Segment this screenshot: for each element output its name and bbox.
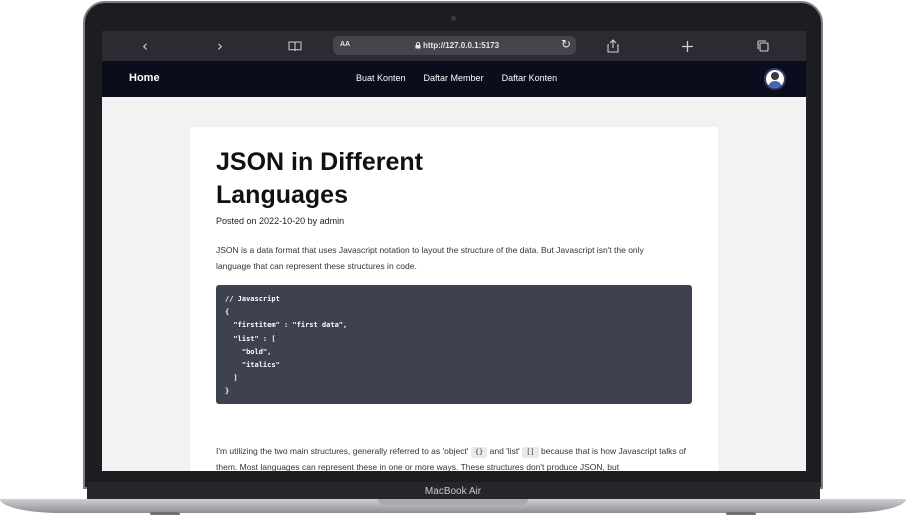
article-card: JSON in Different Languages Posted on 20…	[190, 127, 718, 471]
nav-link-buat-konten[interactable]: Buat Konten	[356, 73, 406, 83]
share-icon[interactable]	[602, 37, 624, 55]
laptop-notch	[378, 499, 528, 505]
app-navbar: Home Buat Konten Daftar Member Daftar Ko…	[102, 61, 806, 97]
url-text: http://127.0.0.1:5173	[423, 41, 500, 50]
inline-code-list: []	[522, 447, 539, 458]
avatar-head	[771, 72, 779, 80]
article-title: JSON in Different Languages	[216, 148, 423, 209]
body-paragraph: I'm utilizing the two main structures, g…	[216, 443, 692, 471]
posted-on-label: Posted on	[216, 216, 257, 226]
book-icon[interactable]	[284, 37, 306, 55]
nav-link-daftar-member[interactable]: Daftar Member	[424, 73, 484, 83]
text-size-button[interactable]: AA	[340, 41, 350, 48]
post-author: admin	[319, 216, 345, 226]
intro-paragraph: JSON is a data format that uses Javascri…	[216, 245, 644, 271]
nav-link-daftar-konten[interactable]: Daftar Konten	[502, 73, 558, 83]
address-bar[interactable]: AA http://127.0.0.1:5173 ↻	[333, 36, 576, 55]
by-label: by	[307, 216, 318, 226]
laptop-foot-left	[150, 512, 180, 515]
nav-links: Buat Konten Daftar Member Daftar Konten	[356, 73, 557, 83]
laptop-foot-right	[726, 512, 756, 515]
para2-text-b: and 'list'	[489, 446, 520, 456]
browser-toolbar: ‹ › AA http://127.0.0.1:5173 ↻	[102, 31, 806, 61]
home-link[interactable]: Home	[129, 72, 160, 84]
device-model-label: MacBook Air	[424, 486, 482, 497]
article-meta: Posted on 2022-10-20 by admin	[216, 216, 344, 226]
reload-icon[interactable]: ↻	[561, 37, 571, 51]
avatar[interactable]	[764, 68, 786, 90]
camera-icon	[451, 16, 456, 21]
screen: ‹ › AA http://127.0.0.1:5173 ↻ Home Buat…	[102, 31, 806, 471]
code-block: // Javascript { "firstitem" : "first dat…	[216, 285, 692, 404]
chevron-right-icon[interactable]: ›	[209, 37, 231, 55]
tabs-icon[interactable]	[752, 37, 774, 55]
avatar-body	[768, 81, 782, 88]
para2-text-a: I'm utilizing the two main structures, g…	[216, 446, 469, 456]
post-date: 2022-10-20	[259, 216, 306, 226]
inline-code-object: {}	[470, 447, 488, 458]
lock-icon	[415, 42, 421, 49]
chevron-left-icon[interactable]: ‹	[134, 37, 156, 55]
plus-icon[interactable]	[676, 37, 698, 55]
